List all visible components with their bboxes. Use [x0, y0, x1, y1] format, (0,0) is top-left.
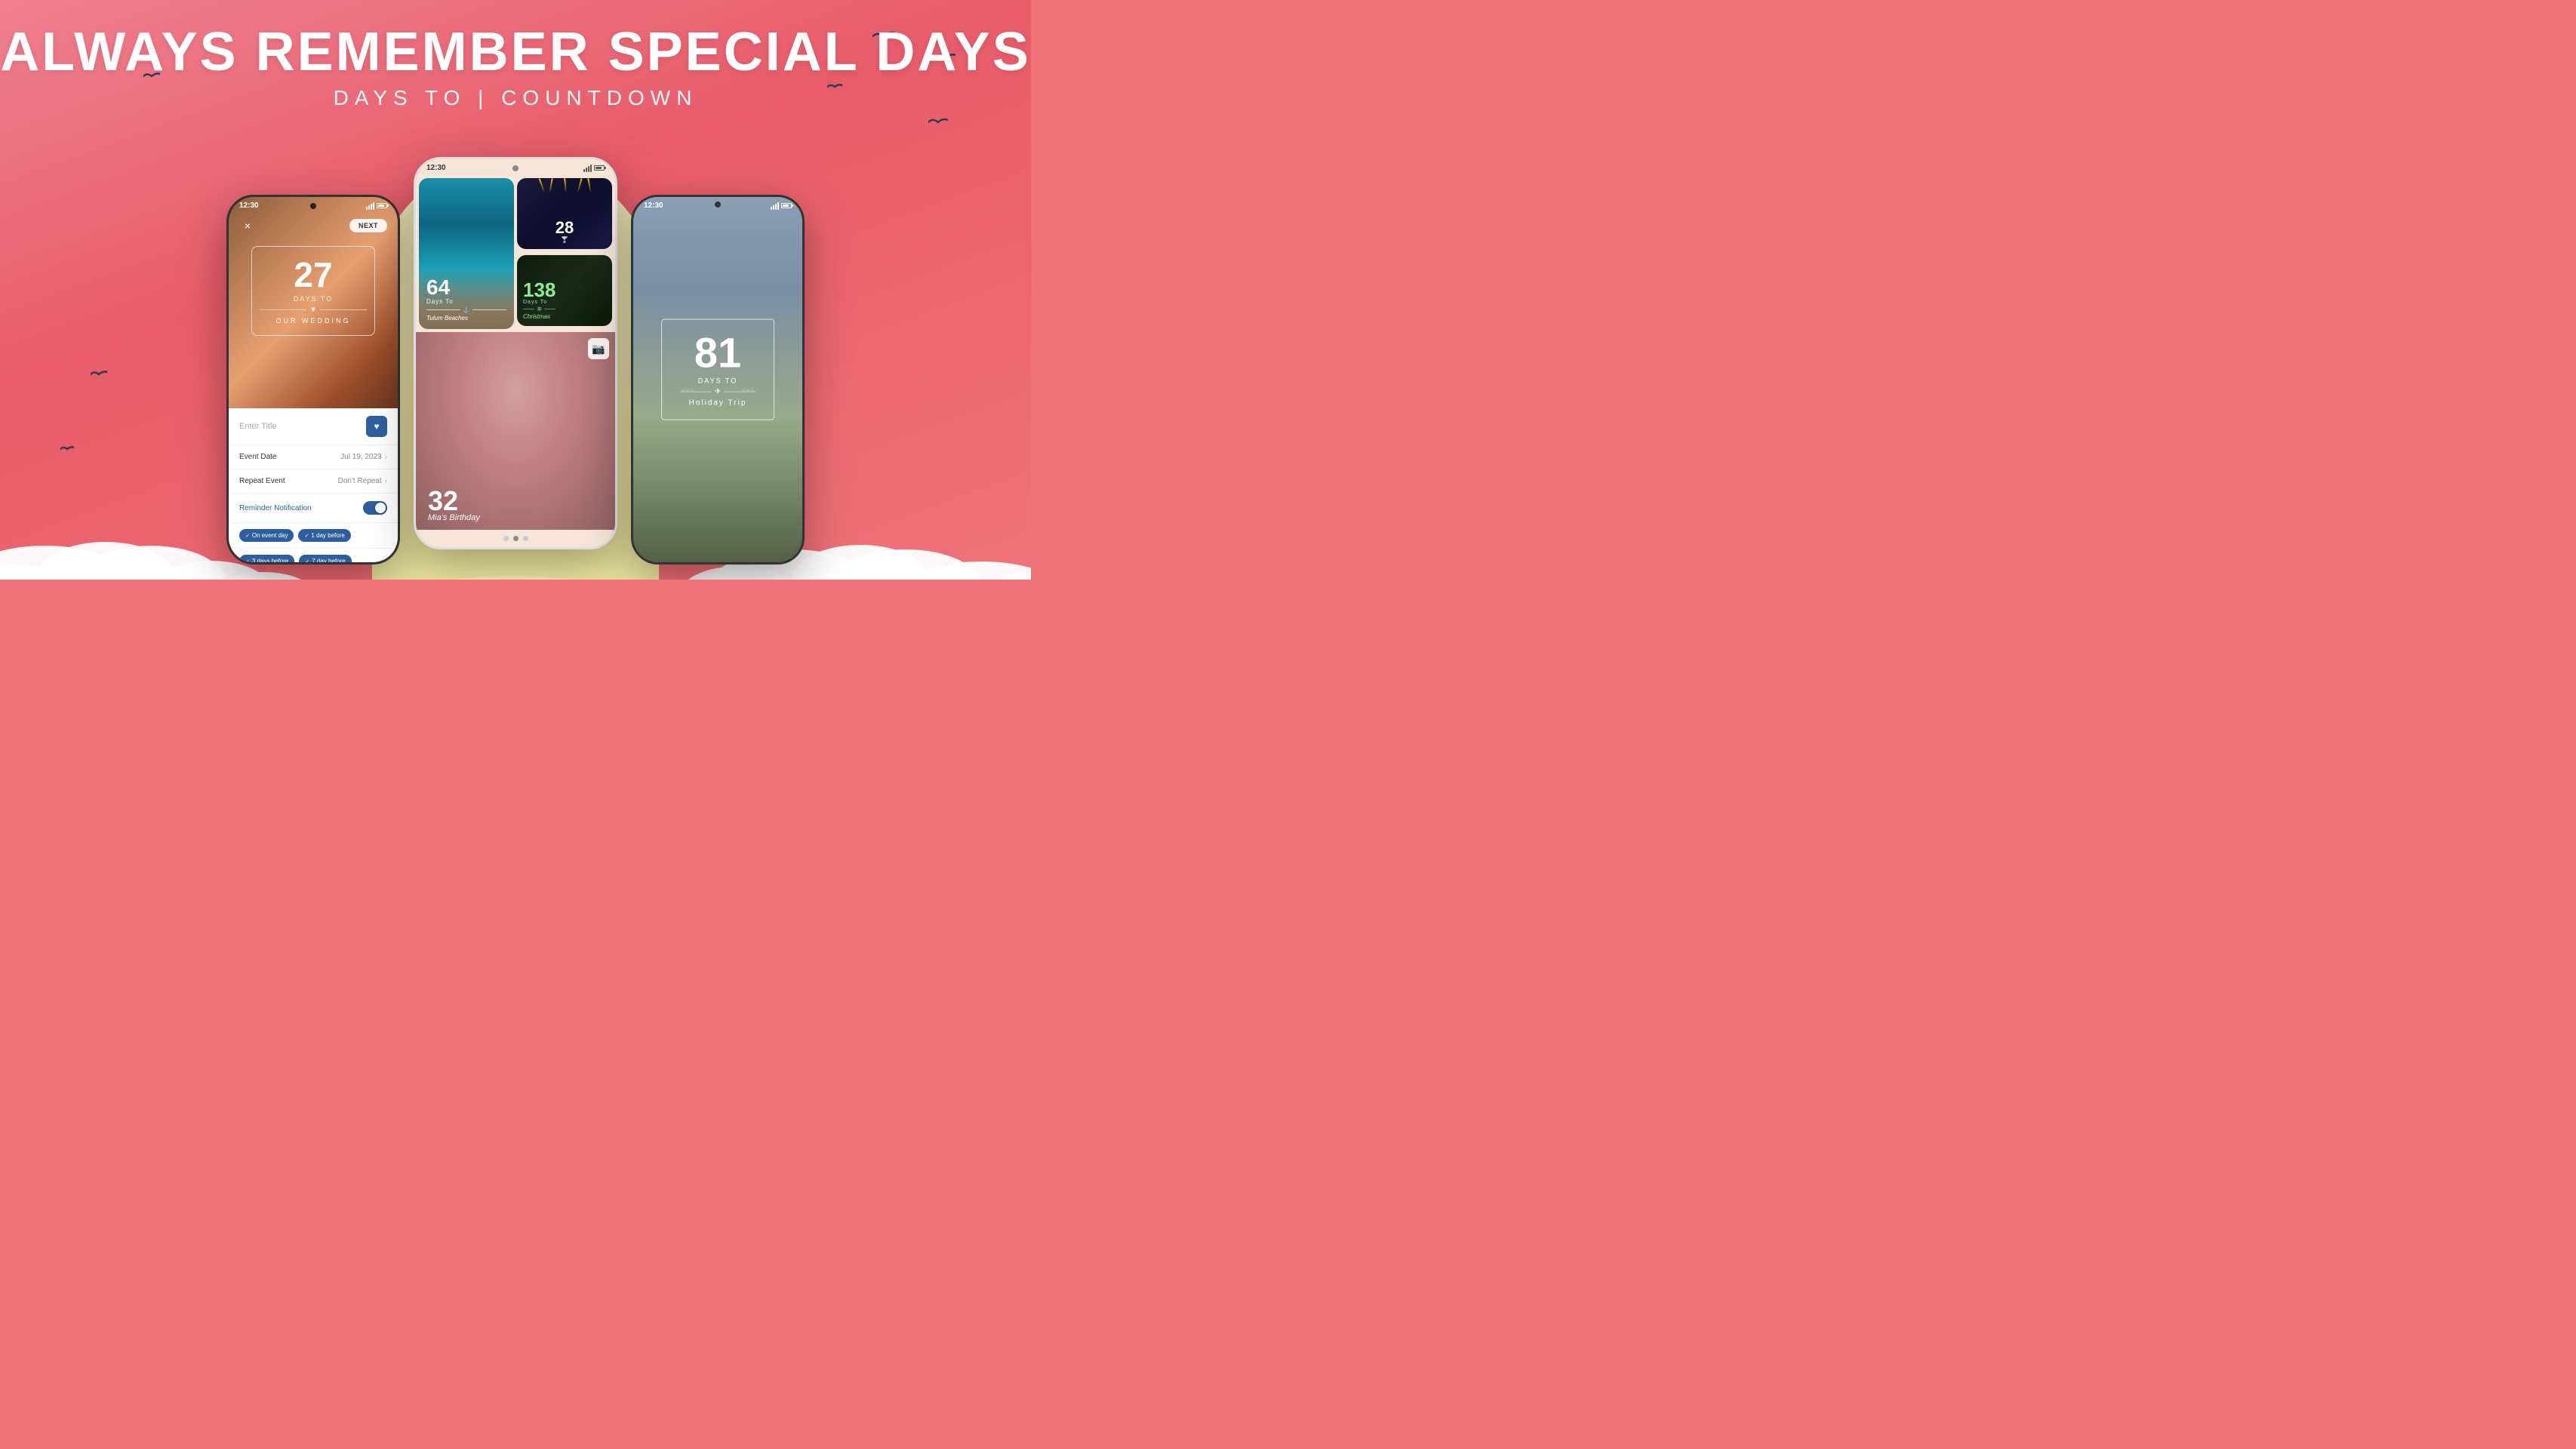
- center-status-bar: 12:30: [416, 159, 615, 175]
- plane-icon: ✈: [715, 388, 721, 396]
- phone-right-content: 12:30 81 DAYS TO: [633, 197, 802, 562]
- christmas-widget: 138 Days To ❊ Christmas: [517, 255, 612, 326]
- cocktail-icon: 🍸: [517, 236, 612, 243]
- repeat-value: Don't Repeat ›: [338, 477, 387, 485]
- chip-on-event-day[interactable]: ✓ On event day: [239, 529, 294, 542]
- christmas-number: 138: [523, 280, 556, 300]
- beach-name: Tulum Beaches: [426, 315, 506, 321]
- dot-3[interactable]: [523, 536, 528, 541]
- right-camera: [715, 202, 721, 208]
- center-camera: [512, 165, 519, 171]
- close-button[interactable]: ×: [239, 217, 256, 234]
- reminder-row: Reminder Notification: [229, 494, 398, 523]
- phone-left: 12:30: [226, 195, 400, 565]
- reminder-label: Reminder Notification: [239, 504, 312, 512]
- chevron-right-icon-2: ›: [385, 477, 387, 485]
- event-date-value: Jul 19, 2023 ›: [340, 453, 387, 461]
- christmas-name: Christmas: [523, 313, 556, 320]
- left-camera: [310, 203, 316, 209]
- fireworks-widget: 28 🍸: [517, 178, 612, 249]
- snowflake-icon: ❊: [537, 306, 542, 312]
- chip-1-day-before[interactable]: ✓ 1 day before: [298, 529, 350, 542]
- center-bottom: 📷 32 Mia's Birthday: [416, 332, 615, 547]
- page-dots: [416, 530, 615, 547]
- christmas-content: 138 Days To ❊ Christmas: [523, 280, 556, 320]
- chip-7-day-before[interactable]: ✓ 7 day before: [299, 555, 351, 565]
- battery-icon: [377, 203, 387, 208]
- repeat-label: Repeat Event: [239, 477, 285, 485]
- right-battery-icon: [781, 203, 792, 208]
- right-status-icons: [771, 202, 792, 210]
- phone-center-content: 12:30: [416, 159, 615, 547]
- fireworks-decoration: [517, 178, 612, 216]
- phones-container: 12:30: [226, 157, 805, 580]
- header: ALWAYS REMEMBER SPECIAL DAYS DAYS TO | C…: [0, 23, 1031, 110]
- bird-icon-4: [928, 117, 948, 127]
- phone-right: 12:30 81 DAYS TO: [631, 195, 805, 565]
- beach-divider: ⚓: [426, 306, 506, 313]
- right-countdown-label: DAYS TO: [680, 377, 756, 385]
- left-wallpaper: 12:30: [229, 197, 398, 408]
- chip-row-2: ✓ 3 days before ✓ 7 day before: [229, 549, 398, 565]
- center-battery-icon: [594, 165, 605, 171]
- chip-row-1: ✓ On event day ✓ 1 day before: [229, 523, 398, 549]
- event-date-label: Event Date: [239, 453, 276, 461]
- center-signal-icon: [583, 165, 592, 172]
- center-status-icons: [583, 165, 605, 172]
- phone-left-content: 12:30: [229, 197, 398, 562]
- beach-widget: 64 Days To ⚓ Tulum Beaches: [419, 178, 514, 329]
- beach-number: 64: [426, 277, 506, 298]
- main-title: ALWAYS REMEMBER SPECIAL DAYS: [0, 23, 1031, 82]
- left-countdown-label: DAYS TO: [260, 295, 367, 303]
- chip-3-days-before[interactable]: ✓ 3 days before: [239, 555, 294, 565]
- fireworks-number: 28: [517, 220, 612, 236]
- beach-overlay: 64 Days To ⚓ Tulum Beaches: [419, 269, 514, 329]
- left-time: 12:30: [239, 202, 259, 210]
- baby-photo: 📷 32 Mia's Birthday: [416, 332, 615, 530]
- next-button[interactable]: NEXT: [349, 219, 387, 232]
- fireworks-content: 28 🍸: [517, 220, 612, 243]
- left-countdown-number: 27: [260, 257, 367, 292]
- phone-center: 12:30: [414, 157, 617, 549]
- right-time: 12:30: [644, 202, 663, 210]
- baby-number: 32: [428, 488, 458, 515]
- dot-1[interactable]: [503, 536, 509, 541]
- title-placeholder[interactable]: Enter Title: [239, 422, 277, 431]
- center-grid: 64 Days To ⚓ Tulum Beaches: [416, 175, 615, 332]
- left-divider: ♥: [260, 306, 367, 314]
- left-controls: × NEXT: [229, 213, 398, 238]
- right-countdown-card: 81 DAYS TO ~ ~ ~ ✈ ~ ~ ~: [661, 319, 774, 420]
- heart-button[interactable]: ♥: [366, 416, 387, 437]
- right-status-bar: 12:30: [633, 197, 802, 213]
- heart-icon: ♥: [311, 306, 315, 314]
- anchor-icon: ⚓: [463, 306, 470, 313]
- beach-label: Days To: [426, 298, 506, 305]
- background: ALWAYS REMEMBER SPECIAL DAYS DAYS TO | C…: [0, 0, 1031, 580]
- share-button[interactable]: 📷: [588, 338, 609, 359]
- reminder-toggle[interactable]: [363, 501, 387, 515]
- left-countdown-card: 27 DAYS TO ♥ OUR WEDDING: [251, 246, 375, 336]
- left-event-name: OUR WEDDING: [260, 317, 367, 325]
- bird-icon-7: [60, 445, 74, 452]
- right-countdown-number: 81: [680, 332, 756, 374]
- left-status-bar: 12:30: [229, 197, 398, 213]
- chevron-right-icon: ›: [385, 453, 387, 461]
- repeat-event-row[interactable]: Repeat Event Don't Repeat ›: [229, 469, 398, 494]
- baby-event-name: Mia's Birthday: [428, 513, 480, 522]
- center-time: 12:30: [426, 164, 446, 172]
- title-input-row: Enter Title ♥: [229, 408, 398, 445]
- event-date-row[interactable]: Event Date Jul 19, 2023 ›: [229, 445, 398, 469]
- bird-icon-6: [91, 370, 107, 378]
- dot-2[interactable]: [513, 536, 519, 541]
- signal-icon: [366, 202, 374, 210]
- right-divider: ~ ~ ~ ✈ ~ ~ ~: [680, 388, 756, 396]
- right-event-name: Holiday Trip: [680, 399, 756, 408]
- left-status-icons: [366, 202, 387, 210]
- right-signal-icon: [771, 202, 779, 210]
- subtitle: DAYS TO | COUNTDOWN: [0, 86, 1031, 110]
- left-form: Enter Title ♥ Event Date Jul 19, 2023 › …: [229, 408, 398, 565]
